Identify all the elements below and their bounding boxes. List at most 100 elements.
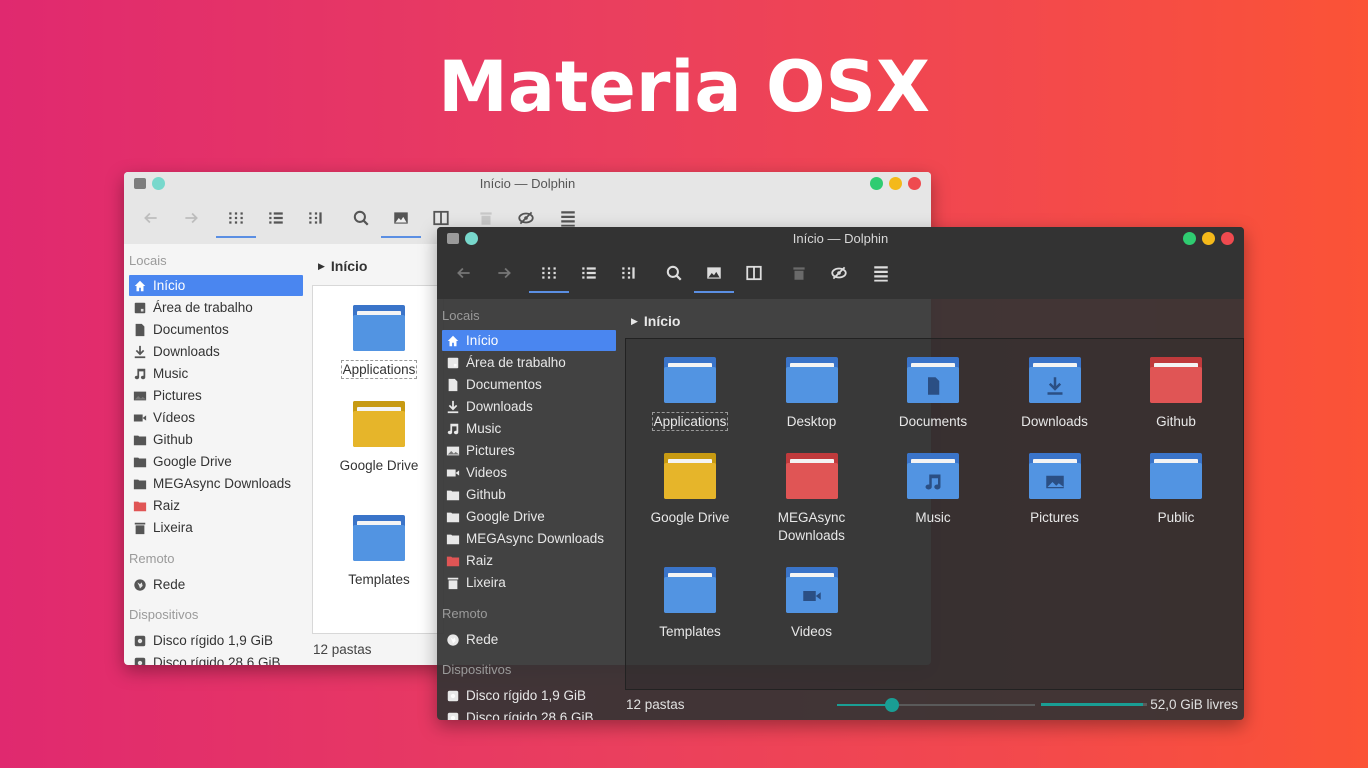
file-item[interactable]: Applications xyxy=(319,305,439,379)
menu-icon[interactable] xyxy=(861,251,901,295)
file-item[interactable]: Google Drive xyxy=(630,453,750,527)
sidebar-item[interactable]: Início xyxy=(442,330,616,351)
file-item[interactable]: Applications xyxy=(630,357,750,431)
window-title: Início — Dolphin xyxy=(479,176,576,191)
details-view-icon[interactable] xyxy=(256,196,296,240)
sidebar-item-label: Rede xyxy=(466,632,499,647)
sidebar-item[interactable]: Documentos xyxy=(129,319,303,340)
file-item[interactable]: Desktop xyxy=(752,357,872,431)
sidebar-item[interactable]: Github xyxy=(129,429,303,450)
compact-view-icon[interactable] xyxy=(296,196,336,240)
split-view-icon[interactable] xyxy=(734,251,774,295)
zoom-slider[interactable] xyxy=(837,697,1035,713)
blue-folder-icon xyxy=(664,567,716,617)
blue-folder-icon xyxy=(1028,453,1081,503)
places-panel: Locais Início Área de trabalho Documentos D… xyxy=(437,299,623,720)
sidebar-item[interactable]: Lixeira xyxy=(129,517,303,538)
sidebar-item-label: Início xyxy=(466,333,499,348)
search-icon[interactable] xyxy=(341,196,381,240)
breadcrumb[interactable]: ▶ Início xyxy=(631,313,680,329)
breadcrumb[interactable]: ▶ Início xyxy=(318,258,367,274)
file-label: Templates xyxy=(659,624,721,639)
close-button[interactable] xyxy=(1221,232,1234,245)
sidebar-item[interactable]: MEGAsync Downloads xyxy=(442,528,616,549)
sidebar-item-rede[interactable]: Rede xyxy=(129,574,303,595)
file-item[interactable]: Github xyxy=(1116,357,1236,431)
maximize-button[interactable] xyxy=(1202,232,1215,245)
file-item[interactable]: Pictures xyxy=(995,453,1115,527)
zoom-slider-handle[interactable] xyxy=(885,698,900,712)
sidebar-item-label: Github xyxy=(153,432,193,447)
sidebar-item[interactable]: Pictures xyxy=(442,440,616,461)
minimize-button[interactable] xyxy=(1183,232,1196,245)
sidebar-item[interactable]: Área de trabalho xyxy=(442,352,616,373)
file-label: Music xyxy=(915,510,951,525)
sidebar-item-disk[interactable]: Disco rígido 28,6 GiB xyxy=(442,707,616,720)
home-icon xyxy=(446,334,460,348)
sidebar-item[interactable]: Google Drive xyxy=(129,451,303,472)
file-label: Public xyxy=(1157,510,1195,525)
icons-view-icon[interactable] xyxy=(529,251,569,295)
file-item[interactable]: Music xyxy=(873,453,993,527)
sidebar-item[interactable]: Music xyxy=(129,363,303,384)
hidden-files-icon[interactable] xyxy=(819,251,859,295)
close-button[interactable] xyxy=(908,177,921,190)
search-icon[interactable] xyxy=(654,251,694,295)
sidebar-item-disk[interactable]: Disco rígido 1,9 GiB xyxy=(129,630,303,651)
trash-toolbar-icon[interactable] xyxy=(779,251,819,295)
minimize-button[interactable] xyxy=(870,177,883,190)
sidebar-item[interactable]: Raiz xyxy=(442,550,616,571)
sidebar-item[interactable]: Raiz xyxy=(129,495,303,516)
sidebar-item[interactable]: Github xyxy=(442,484,616,505)
file-item[interactable]: Google Drive xyxy=(319,401,439,475)
sidebar-item[interactable]: Downloads xyxy=(442,396,616,417)
sidebar-item[interactable]: Pictures xyxy=(129,385,303,406)
picture-icon xyxy=(133,389,147,403)
sidebar-item-label: MEGAsync Downloads xyxy=(466,531,605,546)
icons-view-icon[interactable] xyxy=(216,196,256,240)
sidebar-item[interactable]: Documentos xyxy=(442,374,616,395)
sidebar-item[interactable]: Início xyxy=(129,275,303,296)
forward-icon[interactable] xyxy=(171,196,211,240)
file-label: MEGAsync Downloads xyxy=(777,510,846,543)
sidebar-item[interactable]: Music xyxy=(442,418,616,439)
remoto-header: Remoto xyxy=(442,606,488,621)
sidebar-item-disk[interactable]: Disco rígido 1,9 GiB xyxy=(442,685,616,706)
file-item[interactable]: Templates xyxy=(630,567,750,641)
details-view-icon[interactable] xyxy=(569,251,609,295)
blue-folder-icon xyxy=(907,453,959,503)
sidebar-item[interactable]: MEGAsync Downloads xyxy=(129,473,303,494)
file-item[interactable]: Videos xyxy=(752,567,872,641)
sidebar-item[interactable]: Área de trabalho xyxy=(129,297,303,318)
back-icon[interactable] xyxy=(131,196,171,240)
folder-icon xyxy=(133,477,147,491)
sidebar-item[interactable]: Vídeos xyxy=(129,407,303,428)
preview-icon[interactable] xyxy=(381,196,421,240)
folder-icon xyxy=(133,455,147,469)
file-item[interactable]: MEGAsync Downloads xyxy=(752,453,872,545)
sidebar-item-rede[interactable]: Rede xyxy=(442,629,616,650)
sidebar-item[interactable]: Downloads xyxy=(129,341,303,362)
sidebar-item[interactable]: Lixeira xyxy=(442,572,616,593)
sidebar-item[interactable]: Videos xyxy=(442,462,616,483)
file-item[interactable]: Templates xyxy=(319,515,439,589)
file-item[interactable]: Public xyxy=(1116,453,1236,527)
sidebar-item-disk[interactable]: Disco rígido 28,6 GiB xyxy=(129,652,303,665)
sidebar-item[interactable]: Google Drive xyxy=(442,506,616,527)
preview-icon[interactable] xyxy=(694,251,734,295)
compact-view-icon[interactable] xyxy=(609,251,649,295)
harddisk-icon xyxy=(133,634,147,648)
maximize-button[interactable] xyxy=(889,177,902,190)
blue-folder-icon xyxy=(785,567,838,617)
sidebar-item-label: Github xyxy=(466,487,506,502)
file-item[interactable]: Downloads xyxy=(995,357,1115,431)
locais-header: Locais xyxy=(129,253,167,268)
sidebar-item-label: Disco rígido 28,6 GiB xyxy=(466,710,594,720)
sidebar-item-label: MEGAsync Downloads xyxy=(153,476,292,491)
file-item[interactable]: Documents xyxy=(873,357,993,431)
breadcrumb-label: Início xyxy=(643,313,681,329)
back-icon[interactable] xyxy=(444,251,484,295)
titlebar: Início — Dolphin xyxy=(437,227,1244,251)
forward-icon[interactable] xyxy=(484,251,524,295)
status-count: 12 pastas xyxy=(313,642,372,657)
